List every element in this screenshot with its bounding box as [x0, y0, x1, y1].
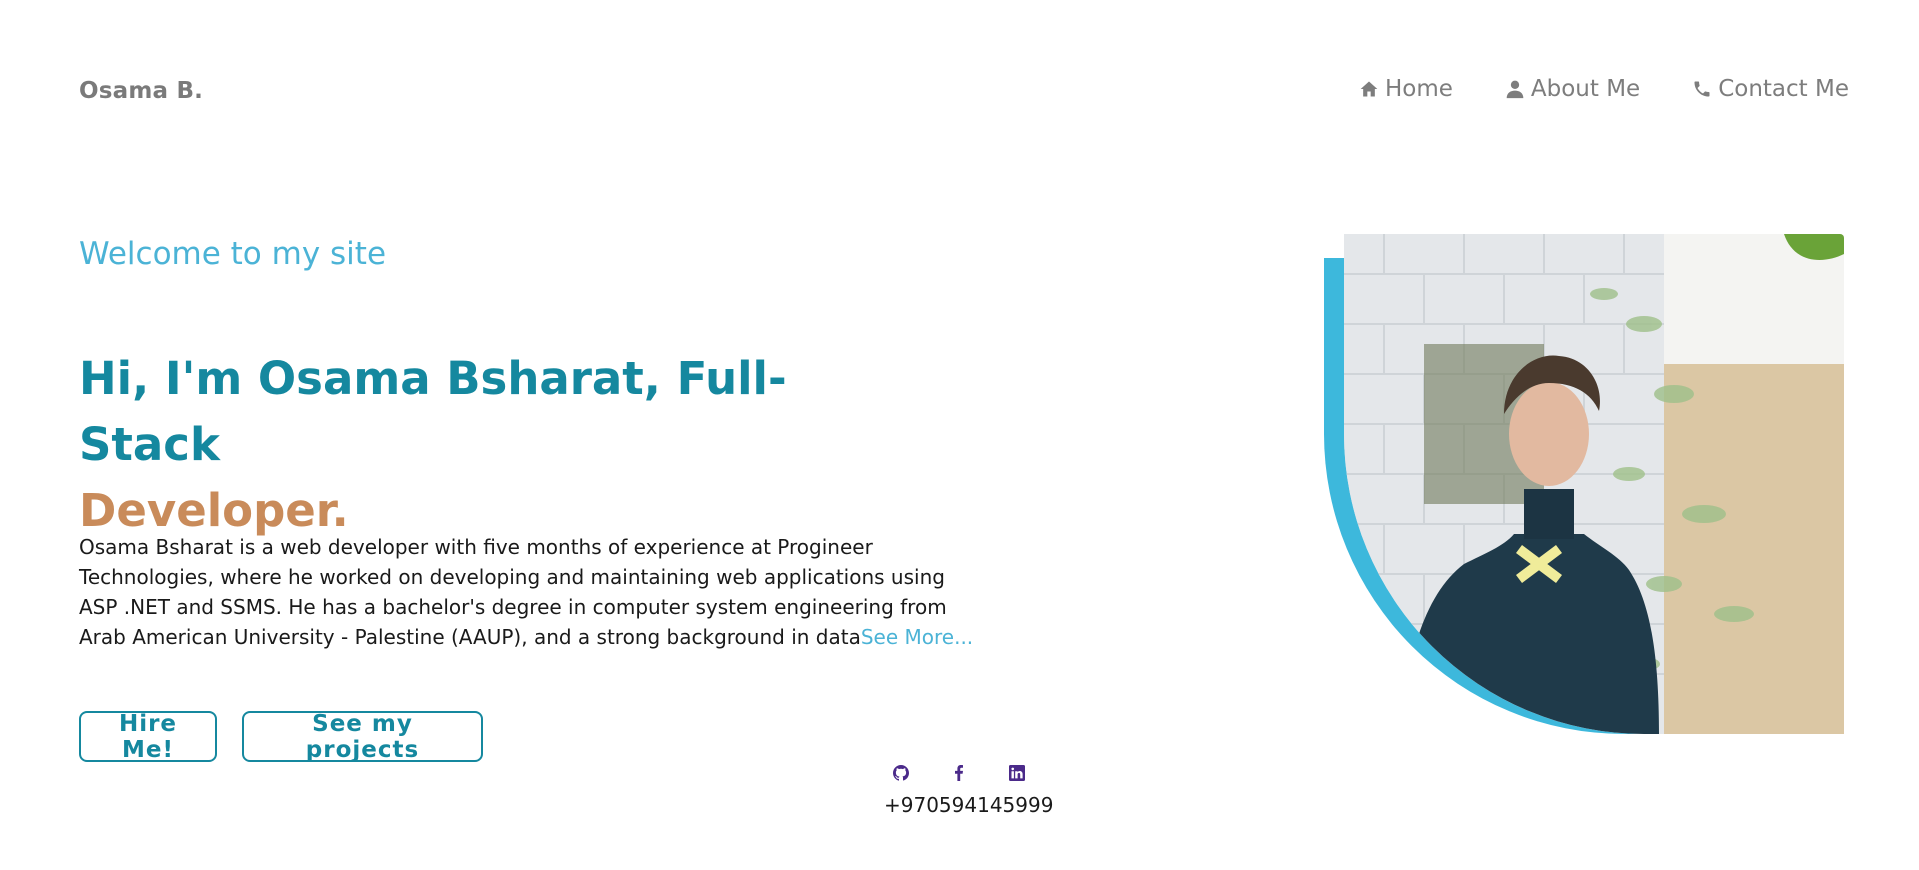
profile-photo-block: [1324, 234, 1844, 734]
site-brand[interactable]: Osama B.: [79, 78, 203, 104]
see-more-link[interactable]: See More...: [861, 625, 973, 649]
nav-contact-label: Contact Me: [1718, 76, 1849, 102]
home-icon: [1360, 81, 1378, 97]
welcome-text: Welcome to my site: [79, 236, 387, 272]
linkedin-link[interactable]: [1008, 764, 1026, 782]
headline-main: Hi, I'm Osama Bsharat, Full-Stack: [79, 352, 787, 471]
see-projects-button[interactable]: See my projects: [242, 711, 483, 763]
facebook-link[interactable]: [950, 764, 968, 782]
profile-photo: [1344, 234, 1844, 734]
bio-line-text: Arab American University - Palestine (AA…: [79, 625, 861, 649]
facebook-icon: [955, 765, 963, 781]
nav-about-label: About Me: [1530, 76, 1641, 102]
bio-line-last: Arab American University - Palestine (AA…: [79, 622, 979, 652]
user-icon: [1506, 80, 1524, 99]
main-nav: Home About Me Contact Me: [1359, 76, 1849, 102]
portrait-photo: [1344, 234, 1844, 734]
nav-contact[interactable]: Contact Me: [1692, 76, 1849, 102]
bio-line: ASP .NET and SSMS. He has a bachelor's d…: [79, 595, 947, 619]
github-link[interactable]: [892, 764, 910, 782]
phone-number: +970594145999: [884, 793, 1054, 817]
nav-home[interactable]: Home: [1359, 76, 1453, 102]
nav-about[interactable]: About Me: [1505, 76, 1640, 102]
bio-line: Osama Bsharat is a web developer with fi…: [79, 535, 873, 559]
github-icon: [893, 765, 909, 781]
headline-accent: Developer.: [79, 484, 349, 537]
hero-headline: Hi, I'm Osama Bsharat, Full-Stack Develo…: [79, 346, 899, 544]
bio-paragraph: Osama Bsharat is a web developer with fi…: [79, 532, 979, 652]
nav-home-label: Home: [1384, 76, 1453, 102]
social-links: [892, 764, 1026, 782]
hire-me-button[interactable]: Hire Me!: [79, 711, 217, 763]
bio-line: Technologies, where he worked on develop…: [79, 565, 945, 589]
phone-icon: [1694, 81, 1710, 97]
linkedin-icon: [1009, 765, 1025, 781]
